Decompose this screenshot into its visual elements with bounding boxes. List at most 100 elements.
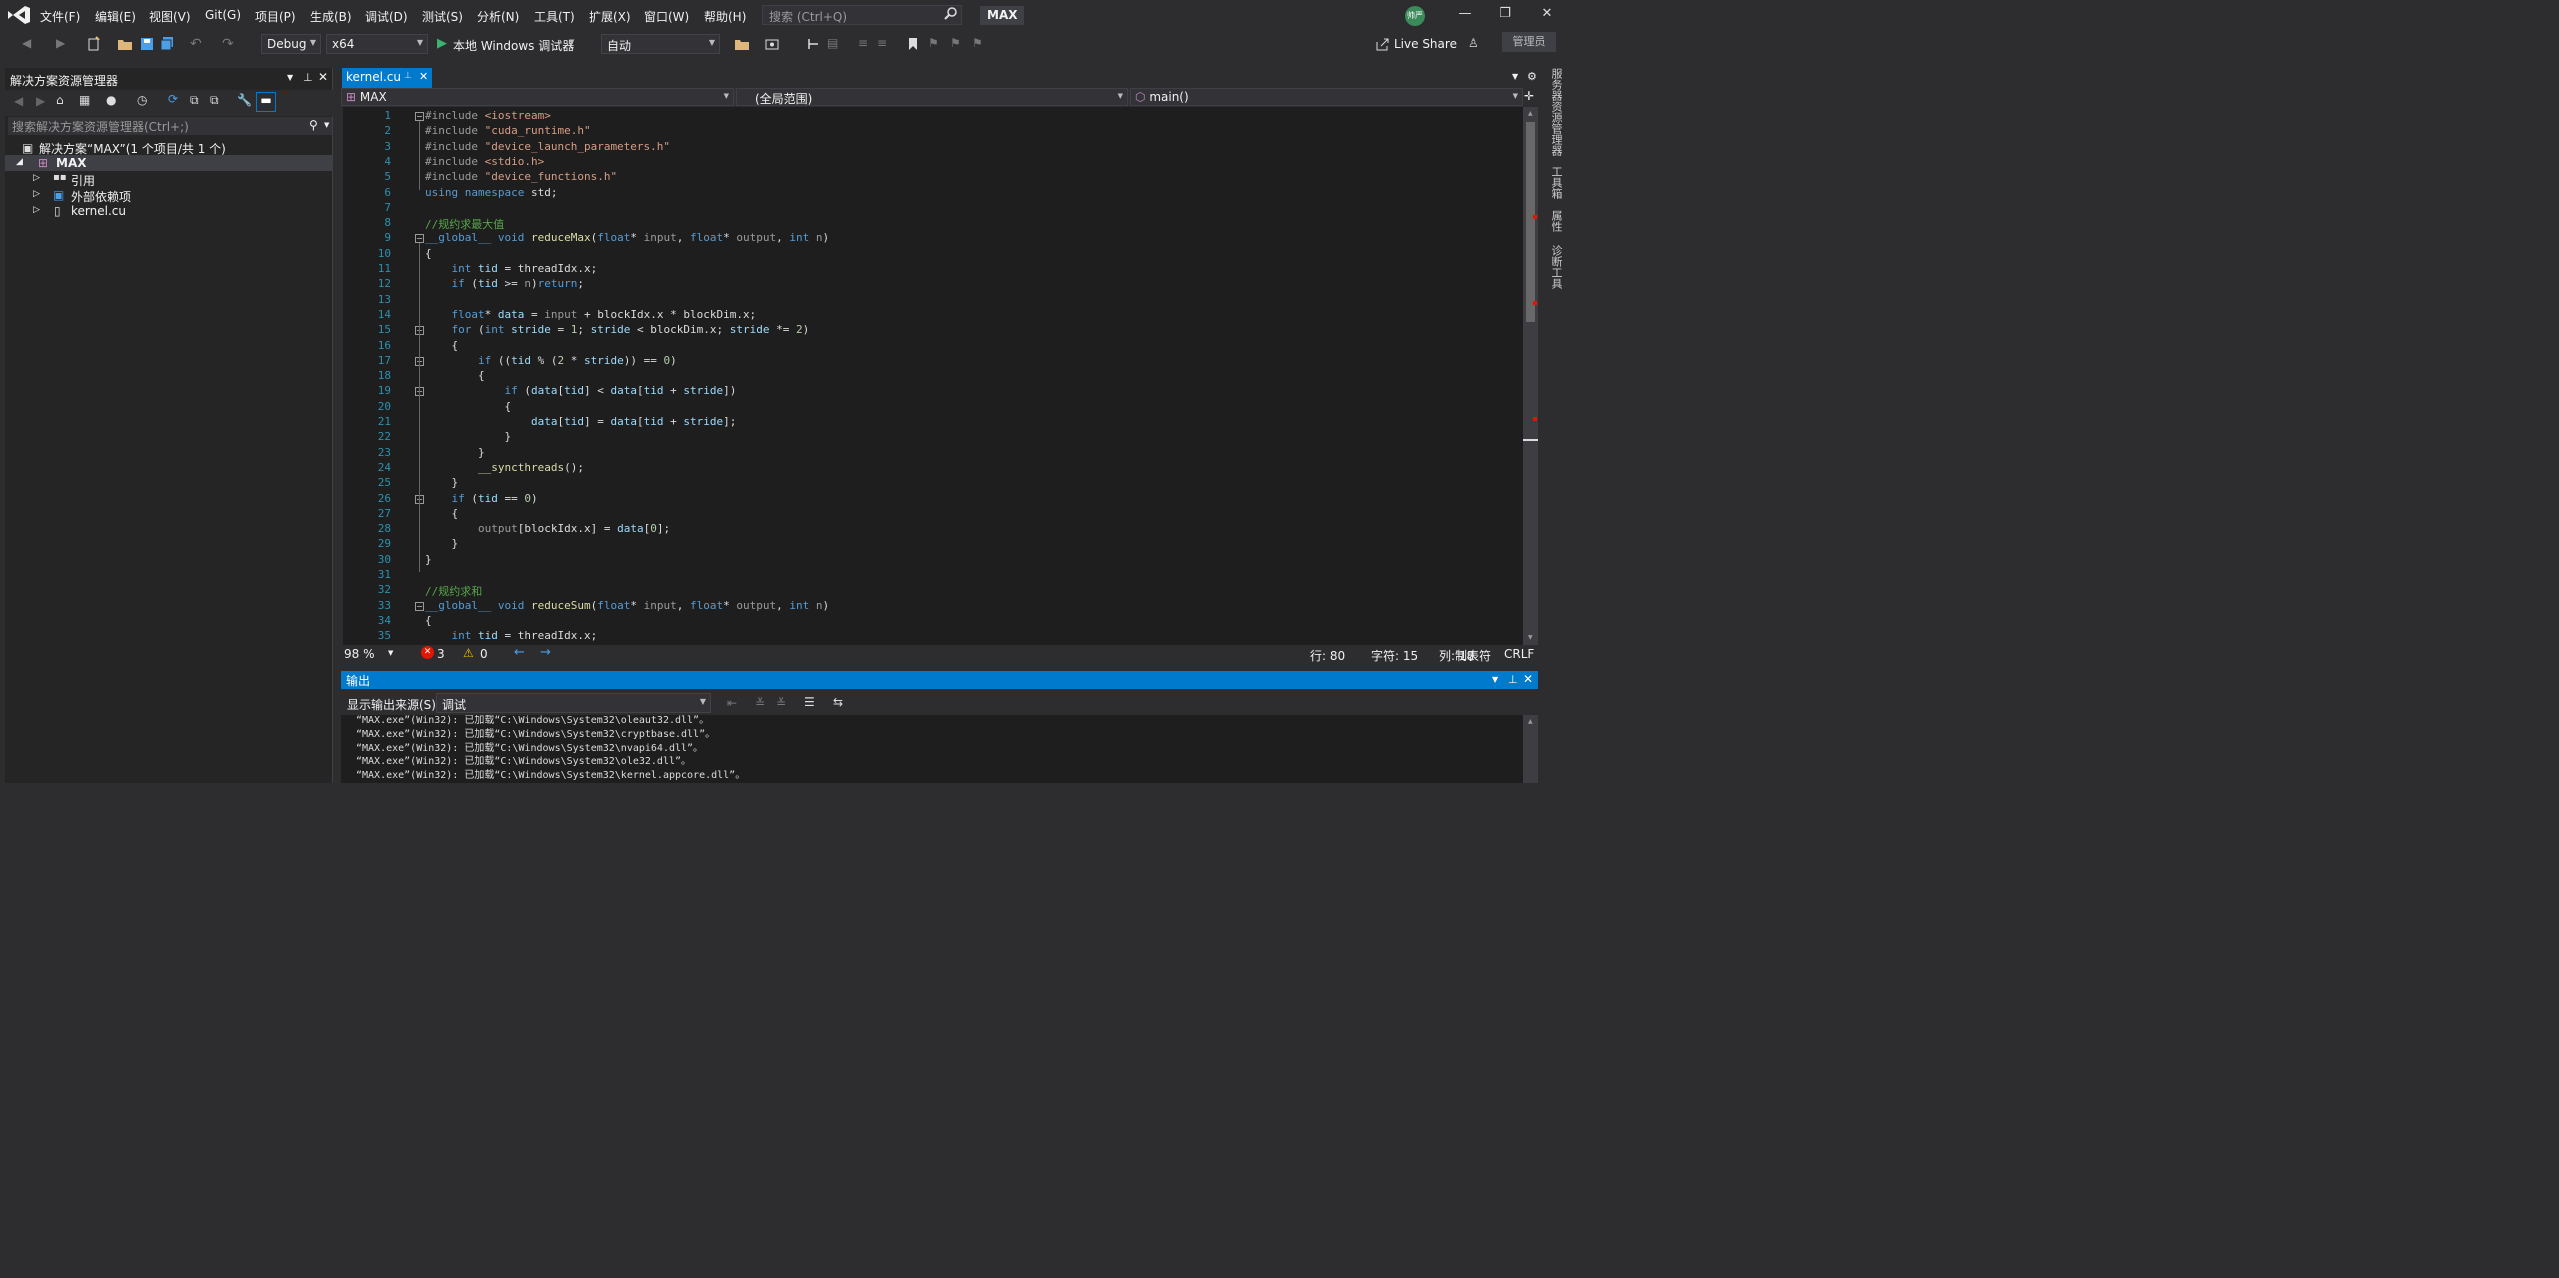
- menu-item[interactable]: 调试(D): [365, 8, 408, 25]
- save-all-icon[interactable]: [159, 36, 175, 52]
- rail-tab[interactable]: 诊断工具: [1548, 245, 1564, 289]
- chevron-down-icon[interactable]: ▼: [569, 38, 574, 46]
- close-icon[interactable]: ✕: [1523, 672, 1533, 686]
- next-issue-icon[interactable]: →: [540, 645, 551, 660]
- prev-issue-icon[interactable]: ←: [514, 645, 525, 660]
- visual-studio-logo-icon[interactable]: [6, 4, 32, 26]
- collapse-arrow-icon[interactable]: ▷: [33, 173, 40, 183]
- menu-item[interactable]: 帮助(H): [704, 8, 746, 25]
- menu-item[interactable]: 文件(F): [40, 8, 80, 25]
- forward-icon[interactable]: ▶: [56, 36, 72, 52]
- output-scrollbar[interactable]: ▲: [1523, 715, 1538, 783]
- screenshot-icon[interactable]: [764, 36, 780, 52]
- menu-item[interactable]: 窗口(W): [644, 8, 689, 25]
- sync-icon[interactable]: ⟳: [168, 92, 178, 106]
- vertical-scrollbar[interactable]: ▲ ▼: [1523, 107, 1538, 645]
- rail-tab[interactable]: 属性: [1548, 210, 1564, 232]
- copy-icon[interactable]: ⧉: [210, 93, 219, 108]
- collapse-arrow-icon[interactable]: ▷: [33, 205, 40, 215]
- preview-icon[interactable]: ▬: [256, 92, 276, 112]
- run-debugger-button[interactable]: 本地 Windows 调试器: [453, 37, 574, 54]
- collapse-all-icon[interactable]: ⧉: [190, 93, 199, 108]
- error-count[interactable]: 3: [437, 647, 445, 661]
- chevron-down-icon[interactable]: ▼: [1512, 72, 1518, 81]
- rail-tab[interactable]: 服务器资源管理器: [1548, 68, 1564, 156]
- pin-icon[interactable]: ⊥: [404, 71, 412, 81]
- redo-icon[interactable]: ↷: [222, 36, 238, 52]
- rail-tab[interactable]: 工具箱: [1548, 166, 1564, 199]
- fold-toggle-icon[interactable]: −: [415, 234, 424, 244]
- play-icon[interactable]: ▶: [437, 36, 447, 51]
- menu-item[interactable]: 编辑(E): [95, 8, 136, 25]
- tree-project[interactable]: MAX: [56, 156, 86, 170]
- step-icon[interactable]: [806, 36, 822, 52]
- nav-member-dropdown[interactable]: ⬡ main() ▼: [1130, 88, 1523, 106]
- pin-icon[interactable]: ⊥: [303, 71, 313, 84]
- warning-count[interactable]: 0: [480, 647, 488, 661]
- chevron-down-icon[interactable]: ▼: [324, 121, 329, 129]
- error-icon[interactable]: ✕: [421, 646, 434, 659]
- output-source-dropdown[interactable]: 调试 ▼: [436, 693, 711, 713]
- search-icon[interactable]: [942, 6, 958, 22]
- search-icon[interactable]: ⚲: [309, 118, 318, 132]
- prev-bookmark-icon[interactable]: ⚑: [928, 36, 944, 52]
- zoom-level[interactable]: 98 %: [344, 647, 375, 661]
- new-item-icon[interactable]: [86, 36, 102, 52]
- live-share-icon[interactable]: [1375, 36, 1391, 52]
- bookmark-icon[interactable]: [905, 36, 921, 52]
- avatar[interactable]: 帅严: [1405, 6, 1425, 26]
- scroll-up-icon[interactable]: ▲: [1528, 110, 1533, 117]
- back-icon[interactable]: ◀: [22, 36, 38, 52]
- chevron-down-icon[interactable]: ▼: [1492, 675, 1498, 684]
- feedback-icon[interactable]: ♙: [1468, 36, 1484, 52]
- tree-item-references[interactable]: 引用: [71, 172, 95, 189]
- output-text[interactable]: “MAX.exe”(Win32): 已加载“C:\Windows\System3…: [341, 715, 1523, 783]
- menu-item[interactable]: 扩展(X): [589, 8, 631, 25]
- word-wrap-icon[interactable]: ⇆: [833, 695, 843, 709]
- live-share-button[interactable]: Live Share: [1394, 37, 1457, 51]
- scroll-down-icon[interactable]: ▼: [1528, 634, 1533, 641]
- collapse-arrow-icon[interactable]: ▷: [33, 189, 40, 199]
- search-input[interactable]: 搜索 (Ctrl+Q): [762, 5, 962, 25]
- solution-search-input[interactable]: 搜索解决方案资源管理器(Ctrl+;): [8, 117, 332, 135]
- outdent-icon[interactable]: ≡: [877, 36, 893, 52]
- expand-icon[interactable]: ◢: [16, 157, 23, 167]
- save-icon[interactable]: [139, 36, 155, 52]
- menu-item[interactable]: 分析(N): [477, 8, 519, 25]
- restore-button[interactable]: ❐: [1495, 6, 1515, 24]
- menu-item[interactable]: Git(G): [205, 8, 241, 22]
- wrench-icon[interactable]: 🔧: [237, 93, 252, 107]
- config-dropdown[interactable]: Debug ▼: [261, 34, 321, 54]
- platform-dropdown[interactable]: x64 ▼: [326, 34, 428, 54]
- close-icon[interactable]: ✕: [318, 70, 328, 84]
- goto-location-icon[interactable]: ⇤: [727, 696, 737, 710]
- split-icon[interactable]: ✛: [1524, 89, 1534, 103]
- warning-icon[interactable]: ⚠: [463, 646, 474, 660]
- pin-icon[interactable]: ⊥: [1508, 673, 1518, 686]
- menu-item[interactable]: 视图(V): [149, 8, 191, 25]
- fold-toggle-icon[interactable]: −: [415, 601, 424, 611]
- tabs-indicator[interactable]: 制表符: [1455, 647, 1491, 664]
- prev-message-icon[interactable]: ≚: [755, 696, 765, 710]
- auto-dropdown[interactable]: 自动 ▼: [601, 34, 720, 54]
- menu-item[interactable]: 工具(T): [534, 8, 575, 25]
- nav-scope-dropdown[interactable]: (全局范围) ▼: [736, 88, 1128, 106]
- gear-icon[interactable]: ⚙: [1527, 70, 1537, 83]
- tree-item-kernel[interactable]: kernel.cu: [71, 204, 126, 218]
- menu-item[interactable]: 项目(P): [255, 8, 296, 25]
- open-folder-icon[interactable]: [117, 36, 133, 52]
- forward-icon[interactable]: ▶: [36, 94, 45, 108]
- undo-icon[interactable]: ↶: [190, 36, 206, 52]
- close-icon[interactable]: ✕: [419, 70, 428, 83]
- menu-item[interactable]: 生成(B): [310, 8, 352, 25]
- switch-views-icon[interactable]: ▦: [79, 93, 90, 107]
- next-bookmark-icon[interactable]: ⚑: [950, 36, 966, 52]
- folder-view-icon[interactable]: [734, 36, 750, 52]
- menu-item[interactable]: 测试(S): [422, 8, 463, 25]
- clear-bookmarks-icon[interactable]: ⚑: [972, 36, 988, 52]
- chevron-down-icon[interactable]: ▼: [388, 649, 393, 657]
- home-icon[interactable]: ⌂: [56, 93, 64, 107]
- tab-kernel-cu[interactable]: kernel.cu ⊥ ✕: [342, 68, 432, 88]
- scroll-up-icon[interactable]: ▲: [1528, 718, 1533, 725]
- next-message-icon[interactable]: ≚: [776, 696, 786, 710]
